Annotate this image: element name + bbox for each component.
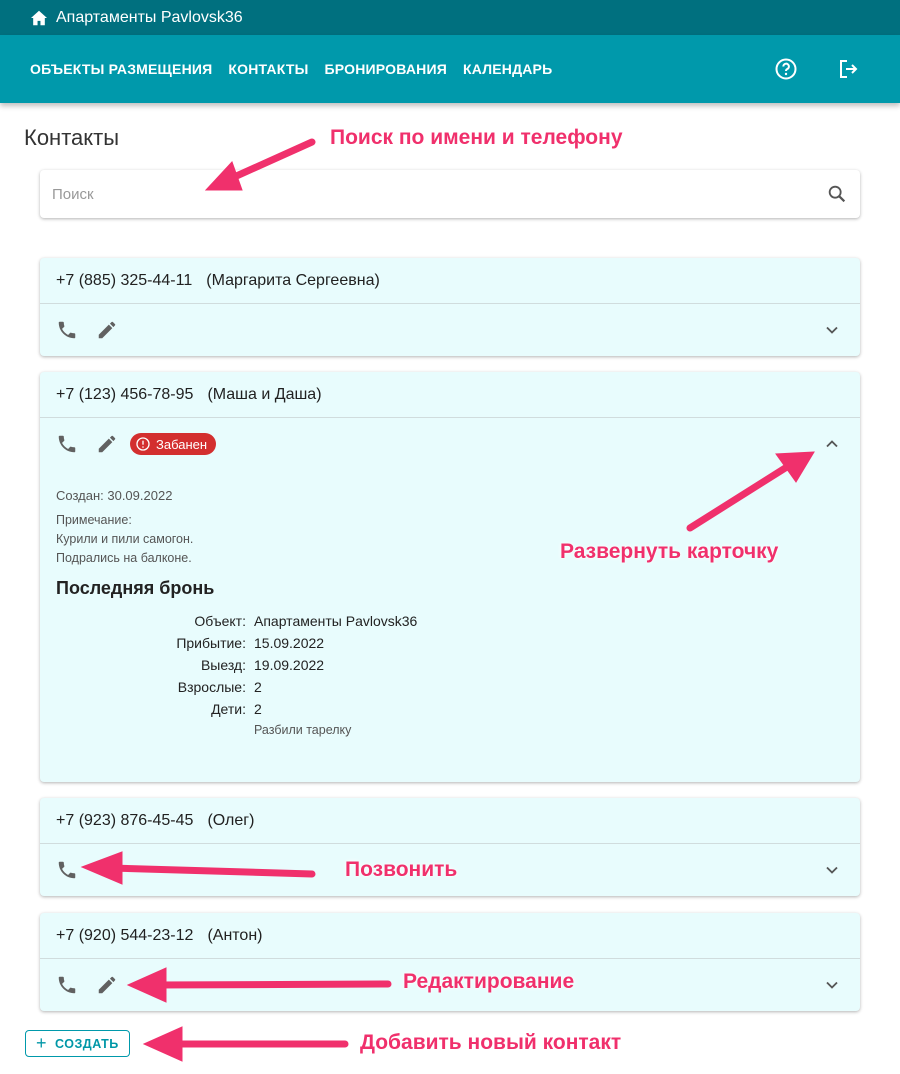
contact-card: +7 (123) 456-78-95 (Маша и Даша) Забанен … — [40, 372, 860, 782]
arrowhead — [142, 1026, 183, 1062]
booking-key: Выезд: — [200, 657, 246, 673]
phone-icon[interactable] — [56, 859, 78, 881]
contact-header[interactable]: +7 (123) 456-78-95 (Маша и Даша) — [40, 372, 860, 418]
logout-icon[interactable] — [836, 57, 860, 81]
annotation-call: Позвонить — [345, 858, 458, 881]
contact-name: (Антон) — [207, 926, 263, 944]
created-date: Создан: 30.09.2022 — [56, 488, 173, 503]
page-title: Контакты — [24, 125, 120, 150]
annotation-search: Поиск по имени и телефону — [330, 126, 623, 149]
chevron-down-icon[interactable] — [822, 320, 842, 340]
search-input[interactable] — [52, 185, 826, 203]
last-booking-title: Последняя бронь — [56, 578, 215, 598]
contact-phone: +7 (923) 876-45-45 — [56, 811, 194, 829]
help-icon[interactable] — [774, 57, 798, 81]
app-bar: Апартаменты Pavlovsk36 — [0, 0, 900, 35]
contact-phone: +7 (885) 325-44-11 — [56, 271, 193, 289]
badge-label: Забанен — [156, 436, 208, 452]
banned-badge: Забанен — [130, 433, 217, 455]
contact-phone: +7 (920) 544-23-12 — [56, 926, 194, 944]
alert-icon — [136, 437, 150, 451]
chevron-up-icon[interactable] — [822, 434, 842, 454]
nav-bookings[interactable]: БРОНИРОВАНИЯ — [324, 61, 446, 77]
booking-value: 19.09.2022 — [254, 657, 325, 673]
contact-name: (Олег) — [207, 811, 255, 829]
booking-key: Взрослые: — [177, 679, 246, 695]
contact-details: Создан: 30.09.2022 Примечание: Курили и … — [40, 488, 860, 757]
search-box — [40, 170, 860, 218]
contact-name: (Маша и Даша) — [207, 385, 322, 403]
contact-phone: +7 (123) 456-78-95 — [56, 385, 194, 403]
annotation-add: Добавить новый контакт — [360, 1031, 622, 1054]
edit-icon[interactable] — [96, 433, 118, 455]
contact-header[interactable]: +7 (885) 325-44-11 (Маргарита Сергеевна) — [40, 258, 860, 304]
booking-comment: Разбили тарелку — [254, 723, 352, 737]
booking-value: Апартаменты Pavlovsk36 — [254, 613, 418, 629]
annotation-expand: Развернуть карточку — [560, 540, 779, 563]
contact-header[interactable]: +7 (923) 876-45-45 (Олег) — [40, 798, 860, 844]
create-contact-button[interactable]: + СОЗДАТЬ — [25, 1030, 130, 1057]
contact-header[interactable]: +7 (920) 544-23-12 (Антон) — [40, 913, 860, 959]
edit-icon[interactable] — [96, 319, 118, 341]
phone-icon[interactable] — [56, 433, 78, 455]
contact-name: (Маргарита Сергеевна) — [206, 271, 380, 289]
phone-icon[interactable] — [56, 974, 78, 996]
nav-calendar[interactable]: КАЛЕНДАРЬ — [463, 61, 552, 77]
booking-key: Объект: — [194, 613, 246, 629]
booking-key: Дети: — [211, 701, 246, 717]
contact-card: +7 (920) 544-23-12 (Антон) — [40, 913, 860, 1011]
note-label: Примечание: — [56, 513, 132, 527]
search-icon[interactable] — [826, 183, 848, 205]
booking-value: 2 — [254, 679, 262, 695]
chevron-down-icon[interactable] — [822, 860, 842, 880]
booking-details: Объект: Апартаменты Pavlovsk36 Прибытие: 1… — [56, 613, 844, 737]
home-icon[interactable] — [30, 10, 48, 26]
booking-key: Прибытие: — [176, 635, 246, 651]
plus-icon: + — [36, 1033, 48, 1053]
annotation-edit: Редактирование — [403, 970, 575, 993]
nav-objects[interactable]: ОБЪЕКТЫ РАЗМЕЩЕНИЯ — [30, 61, 212, 77]
create-label: СОЗДАТЬ — [55, 1036, 119, 1051]
edit-icon[interactable] — [96, 974, 118, 996]
chevron-down-icon[interactable] — [822, 975, 842, 995]
booking-value: 15.09.2022 — [254, 635, 325, 651]
nav-contacts[interactable]: КОНТАКТЫ — [228, 61, 308, 77]
app-title: Апартаменты Pavlovsk36 — [56, 8, 243, 26]
main-nav: ОБЪЕКТЫ РАЗМЕЩЕНИЯ КОНТАКТЫ БРОНИРОВАНИЯ… — [0, 35, 900, 103]
phone-icon[interactable] — [56, 319, 78, 341]
contact-card: +7 (885) 325-44-11 (Маргарита Сергеевна) — [40, 258, 860, 356]
booking-value: 2 — [254, 701, 262, 717]
